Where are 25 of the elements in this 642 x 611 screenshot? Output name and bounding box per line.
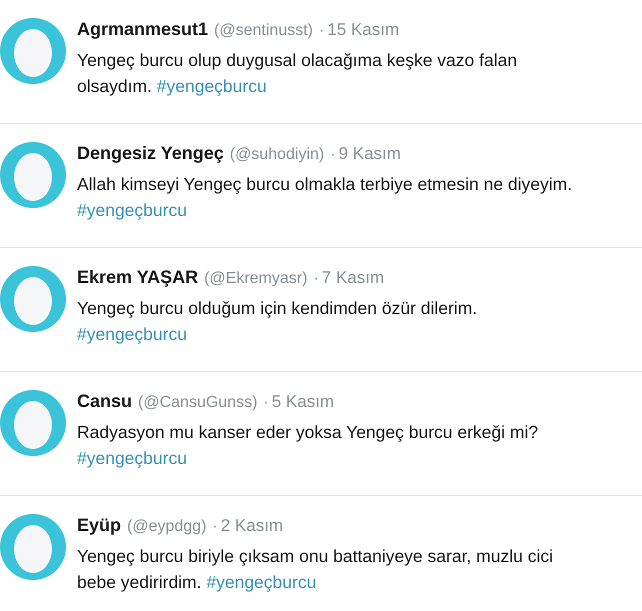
separator-dot: · <box>330 145 336 165</box>
user-handle: (@suhodiyin) <box>230 145 324 165</box>
user-handle: (@Ekremyasr) <box>204 269 308 289</box>
user-handle: (@eypdgg) <box>127 517 206 537</box>
user-handle: (@CansuGunss) <box>138 393 258 413</box>
tweet-date: 5 Kasım <box>272 391 334 413</box>
tweet-date: 2 Kasım <box>220 515 284 537</box>
user-name[interactable]: Eyüp <box>77 512 122 539</box>
tweet-date: 15 Kasım <box>327 19 400 41</box>
separator-dot: · <box>318 21 324 41</box>
tweet-text: Yengeç burcu biriyle çıksam onu battaniyeye sarar, muzlu cici bebe yedirirdim. #yengeçburcu <box>77 545 554 594</box>
user-name[interactable]: Agrmanmesut1 <box>77 16 208 43</box>
separator-dot: · <box>212 517 218 537</box>
tweet-text: Yengeç burcu olup duygusal olacağıma keşke vazo falan olsaydım. #yengeçburcu <box>77 49 518 98</box>
user-name[interactable]: Ekrem YAŞAR <box>77 264 198 291</box>
tweet-date: 7 Kasım <box>322 267 384 289</box>
tweet-text: Radyasyon mu kanser eder yoksa Yengeç burcu erkeği mi? #yengeçburcu <box>77 421 540 470</box>
separator-dot: · <box>263 393 269 413</box>
user-handle: (@sentinusst) <box>214 21 313 41</box>
user-name[interactable]: Cansu <box>77 388 132 415</box>
tweet-date: 9 Kasım <box>338 143 401 165</box>
user-name[interactable]: Dengesiz Yengeç <box>77 140 224 167</box>
tweet-text: Allah kimseyi Yengeç burcu olmakla terbiye etmesin ne diyeyim. #yengeçburcu <box>77 173 574 222</box>
separator-dot: · <box>313 269 319 289</box>
tweet-text: Yengeç burcu olduğum için kendimden özür dilerim. #yengeçburcu <box>77 297 478 346</box>
